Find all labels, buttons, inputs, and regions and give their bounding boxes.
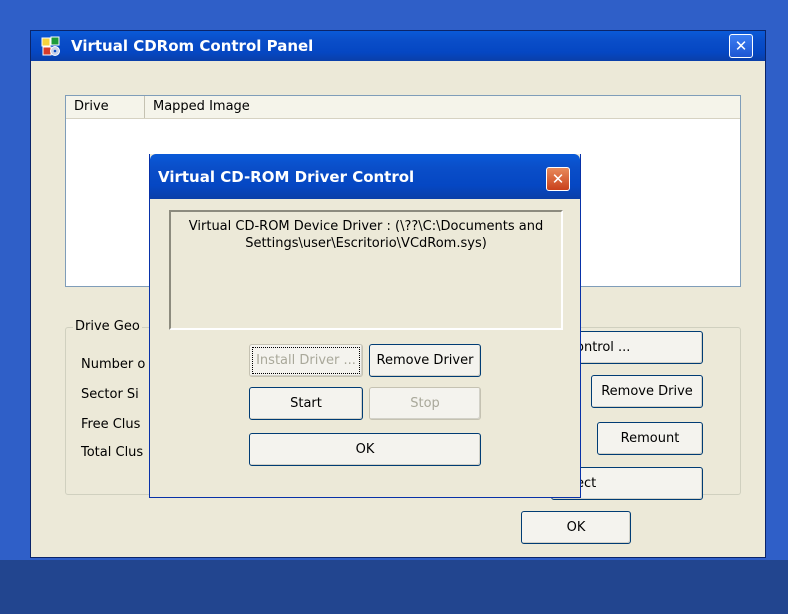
geometry-field-total-clusters: Total Clus <box>81 445 144 460</box>
driver-control-titlebar[interactable]: Virtual CD-ROM Driver Control ✕ <box>150 154 580 199</box>
list-header: Drive Mapped Image <box>66 96 740 119</box>
column-header-mapped-image[interactable]: Mapped Image <box>145 96 741 118</box>
column-header-drive-label: Drive <box>74 99 109 114</box>
dialog-close-icon[interactable]: ✕ <box>546 167 570 191</box>
desktop-background-band <box>0 560 788 614</box>
install-driver-button[interactable]: Install Driver ... <box>249 344 363 377</box>
stop-button[interactable]: Stop <box>369 387 481 420</box>
main-ok-button[interactable]: OK <box>521 511 631 544</box>
driver-status-box: Virtual CD-ROM Device Driver : (\??\C:\D… <box>169 210 563 330</box>
control-panel-title: Virtual CDRom Control Panel <box>71 37 314 55</box>
cd-rom-app-icon <box>41 36 61 56</box>
column-header-drive[interactable]: Drive <box>66 96 145 118</box>
geometry-field-free-clusters: Free Clus <box>81 417 141 432</box>
geometry-field-number: Number o <box>81 357 146 372</box>
control-panel-titlebar[interactable]: Virtual CDRom Control Panel ✕ <box>31 31 765 61</box>
column-header-mapped-image-label: Mapped Image <box>153 99 250 114</box>
remove-drive-button[interactable]: Remove Drive <box>591 375 703 408</box>
remove-driver-button[interactable]: Remove Driver <box>369 344 481 377</box>
driver-control-title: Virtual CD-ROM Driver Control <box>158 168 415 186</box>
drive-geometry-group-label: Drive Geo <box>73 319 142 334</box>
start-button[interactable]: Start <box>249 387 363 420</box>
dialog-ok-button[interactable]: OK <box>249 433 481 466</box>
driver-control-dialog: Virtual CD-ROM Driver Control ✕ Virtual … <box>149 154 581 498</box>
remount-button[interactable]: Remount <box>597 422 703 455</box>
close-icon[interactable]: ✕ <box>729 34 753 58</box>
geometry-field-sector-size: Sector Si <box>81 387 139 402</box>
driver-status-text: Virtual CD-ROM Device Driver : (\??\C:\D… <box>188 219 544 251</box>
